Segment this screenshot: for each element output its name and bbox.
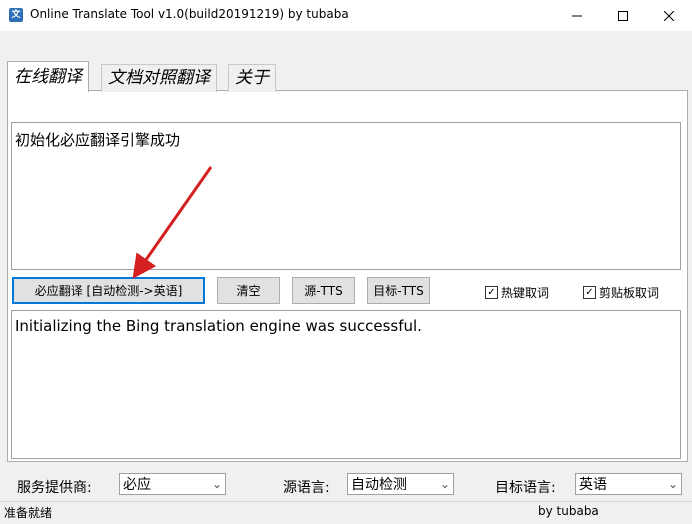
minimize-icon <box>572 15 582 16</box>
chevron-down-icon: ⌄ <box>439 477 450 491</box>
target-language-value: 英语 <box>579 477 607 493</box>
close-icon <box>664 10 674 21</box>
provider-select[interactable]: 必应 ⌄ <box>119 473 226 495</box>
window-title: Online Translate Tool v1.0(build20191219… <box>30 7 349 21</box>
maximize-button[interactable] <box>600 0 646 31</box>
source-tts-button[interactable]: 源-TTS <box>292 277 355 304</box>
maximize-icon <box>618 10 628 21</box>
provider-label: 服务提供商: <box>17 480 92 496</box>
hotkey-capture-label: 热键取词 <box>501 286 550 300</box>
tab-document-translate[interactable]: 文档对照翻译 <box>101 64 217 92</box>
tab-online-translate[interactable]: 在线翻译 <box>7 61 89 92</box>
checkmark-icon[interactable]: ✓ <box>485 286 498 299</box>
minimize-button[interactable] <box>554 0 600 31</box>
source-language-value: 自动检测 <box>351 477 407 493</box>
close-button[interactable] <box>646 0 692 31</box>
target-language-select[interactable]: 英语 ⌄ <box>575 473 682 495</box>
checkmark-icon[interactable]: ✓ <box>583 286 596 299</box>
target-language-label: 目标语言: <box>495 480 556 496</box>
chevron-down-icon: ⌄ <box>667 477 678 491</box>
hotkey-capture-checkbox[interactable]: ✓ 热键取词 <box>485 284 549 301</box>
source-textarea[interactable]: 初始化必应翻译引擎成功 <box>11 122 681 270</box>
clear-button[interactable]: 清空 <box>217 277 280 304</box>
clipboard-capture-checkbox[interactable]: ✓ 剪贴板取词 <box>583 284 659 301</box>
target-tts-button[interactable]: 目标-TTS <box>367 277 430 304</box>
source-language-label: 源语言: <box>283 480 330 496</box>
source-language-select[interactable]: 自动检测 ⌄ <box>347 473 454 495</box>
app-icon: 文 <box>9 8 23 22</box>
status-text: 准备就绪 <box>4 506 53 520</box>
chevron-down-icon: ⌄ <box>211 477 222 491</box>
result-textarea[interactable]: Initializing the Bing translation engine… <box>11 310 681 459</box>
provider-value: 必应 <box>123 477 151 493</box>
status-author: by tubaba <box>538 504 599 518</box>
clipboard-capture-label: 剪贴板取词 <box>599 286 660 300</box>
translate-button[interactable]: 必应翻译 [自动检测->英语] <box>12 277 205 304</box>
tab-about[interactable]: 关于 <box>228 64 276 92</box>
